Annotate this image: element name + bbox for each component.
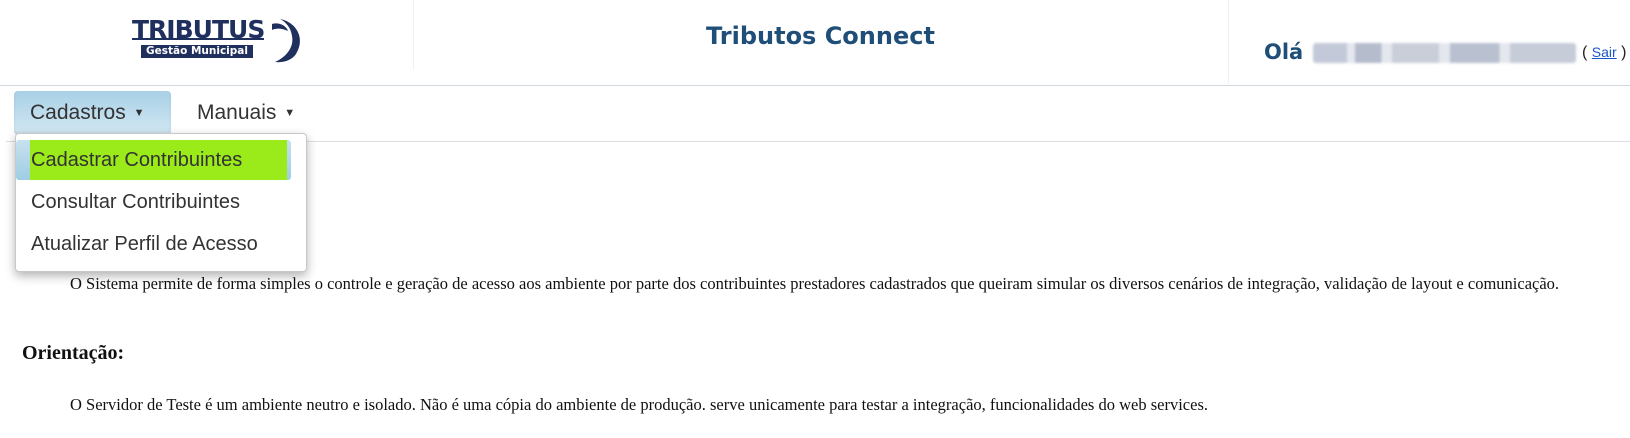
orientation-heading: Orientação: (22, 342, 125, 364)
caret-down-icon: ▼ (133, 107, 145, 120)
caret-down-icon: ▼ (284, 107, 296, 120)
user-area: Olá ( Sair ) (1228, 0, 1630, 84)
logo-wordmark: TRIBUTUS (132, 15, 265, 44)
paren-close: ) (1621, 44, 1627, 61)
paren-open: ( (1582, 44, 1588, 61)
menu-cadastros-label: Cadastros (30, 101, 126, 124)
app-title: Tributos Connect (706, 22, 935, 50)
cadastros-dropdown: Cadastrar Contribuintes Consultar Contri… (15, 133, 307, 272)
logo-area: TRIBUTUS Gestão Municipal (8, 0, 414, 70)
menu-item-label: Cadastrar Contribuintes (31, 149, 243, 171)
menu-item-label: Atualizar Perfil de Acesso (31, 233, 258, 255)
menu-cadastros-button[interactable]: Cadastros ▼ (14, 91, 171, 135)
menu-manuais-label: Manuais (197, 101, 277, 124)
menu-manuais-button[interactable]: Manuais ▼ (181, 91, 311, 135)
user-name-redacted (1313, 43, 1576, 63)
tributus-logo: TRIBUTUS Gestão Municipal (132, 16, 304, 66)
logo-tagline: Gestão Municipal (141, 45, 253, 58)
globe-icon (272, 19, 301, 63)
menu-item-cadastrar-contribuintes[interactable]: Cadastrar Contribuintes (16, 140, 291, 180)
header: TRIBUTUS Gestão Municipal Tributos Conne… (0, 0, 1630, 86)
menu-item-label: Consultar Contribuintes (31, 191, 240, 213)
orientation-paragraph: O Servidor de Teste é um ambiente neutro… (70, 395, 1208, 414)
menu-item-consultar-contribuintes[interactable]: Consultar Contribuintes (16, 182, 306, 222)
logout-link[interactable]: Sair (1592, 44, 1617, 60)
logout-group: ( Sair ) (1582, 44, 1626, 62)
greeting-text: Olá (1264, 40, 1304, 64)
menu-item-atualizar-perfil[interactable]: Atualizar Perfil de Acesso (16, 224, 306, 264)
intro-paragraph: O Sistema permite de forma simples o con… (70, 274, 1560, 293)
